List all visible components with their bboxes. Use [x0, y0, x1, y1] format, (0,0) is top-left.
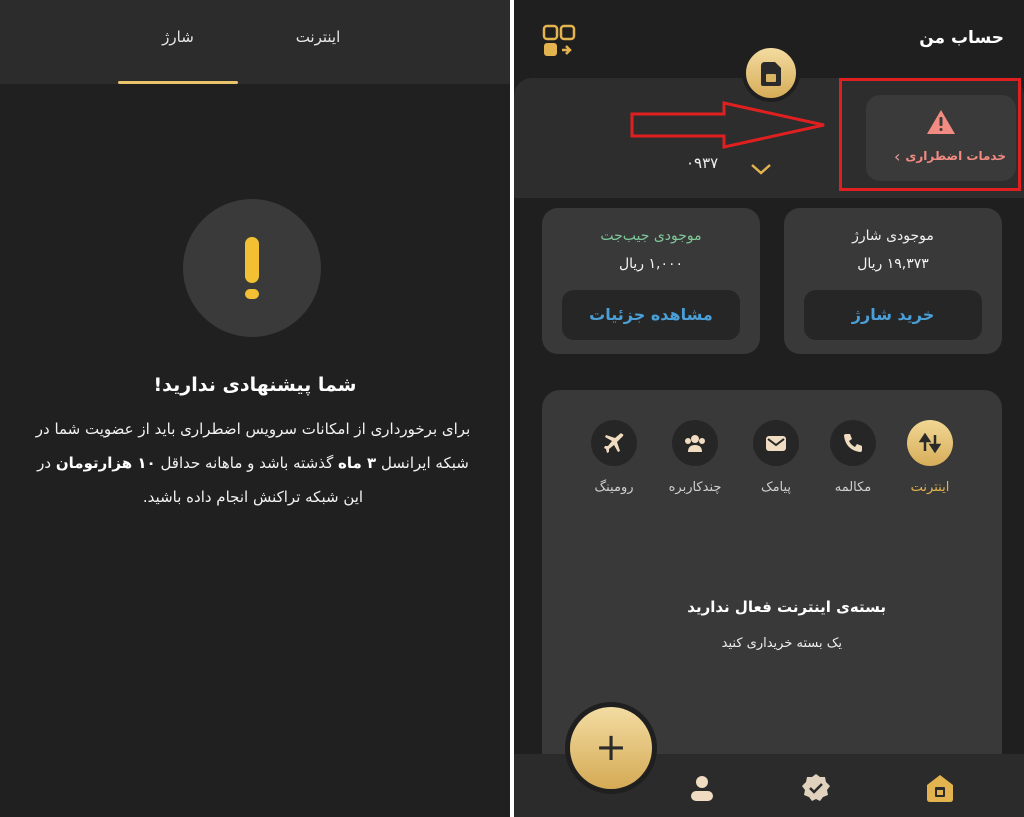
- add-button[interactable]: +: [570, 707, 652, 789]
- category-sms[interactable]: پیامک: [741, 420, 811, 495]
- charge-balance-title: موجودی شارژ: [852, 228, 934, 244]
- category-roaming[interactable]: رومینگ: [579, 420, 649, 495]
- exclamation-bar: [245, 237, 259, 283]
- category-internet[interactable]: اینترنت: [895, 420, 965, 495]
- category-multi-user-label: چندکاربره: [668, 480, 722, 495]
- page-title: حساب من: [919, 28, 1004, 48]
- desc-bold-2: ۱۰ هزارتومان: [55, 454, 156, 472]
- verified-badge-icon[interactable]: [800, 772, 832, 804]
- buy-charge-button[interactable]: خرید شارژ: [804, 290, 982, 340]
- desc-part-2: گذشته باشد و ماهانه حداقل: [155, 454, 339, 472]
- category-call-label: مکالمه: [834, 480, 872, 495]
- charge-balance-card: موجودی شارژ ۱۹,۳۷۳ ریال خرید شارژ: [784, 208, 1002, 354]
- annotation-arrow: [629, 100, 829, 154]
- phone-icon: [830, 420, 876, 466]
- sim-card-icon[interactable]: [742, 44, 800, 102]
- annotation-highlight-box: [839, 78, 1021, 191]
- sms-icon: [753, 420, 799, 466]
- phone-number[interactable]: ۰۹۳۷: [686, 154, 718, 172]
- desc-bold-1: ۳ ماه: [338, 454, 377, 472]
- tab-internet[interactable]: اینترنت: [258, 28, 378, 84]
- category-roaming-label: رومینگ: [594, 480, 634, 495]
- view-details-button[interactable]: مشاهده جزئیات: [562, 290, 740, 340]
- wallet-balance-amount: ۱,۰۰۰ ریال: [618, 256, 684, 272]
- category-sms-label: پیامک: [760, 480, 792, 495]
- active-tab-indicator: [118, 81, 238, 84]
- internet-icon: [907, 420, 953, 466]
- exclamation-icon: [183, 199, 321, 337]
- no-offer-title: شما پیشنهادی ندارید!: [153, 374, 357, 396]
- category-multi-user[interactable]: چندکاربره: [660, 420, 730, 495]
- category-internet-label: اینترنت: [910, 480, 950, 495]
- wallet-balance-title: موجودی جیب‌جت: [600, 228, 702, 244]
- charge-balance-amount: ۱۹,۳۷۳ ریال: [857, 256, 929, 272]
- category-call[interactable]: مکالمه: [818, 420, 888, 495]
- apps-icon[interactable]: [542, 24, 576, 58]
- no-offer-description: برای برخورداری از امکانات سرویس اضطراری …: [30, 412, 476, 514]
- plane-icon: [591, 420, 637, 466]
- tab-bar: اینترنت شارژ: [0, 0, 510, 84]
- tab-charge[interactable]: شارژ: [118, 28, 238, 84]
- no-package-subtitle: یک بسته خریداری کنید: [721, 636, 842, 651]
- profile-icon[interactable]: [686, 772, 718, 804]
- account-panel: حساب من ۰۹۳۷ ‹ خدمات اضطراری موجودی شارژ…: [514, 0, 1024, 817]
- tab-charge-label: شارژ: [162, 28, 194, 46]
- chevron-down-icon[interactable]: [750, 160, 772, 179]
- no-package-title: بسته‌ی اینترنت فعال ندارید: [687, 598, 886, 616]
- tab-internet-label: اینترنت: [295, 28, 341, 46]
- wallet-balance-card: موجودی جیب‌جت ۱,۰۰۰ ریال مشاهده جزئیات: [542, 208, 760, 354]
- home-icon[interactable]: [924, 772, 956, 804]
- exclamation-dot: [245, 289, 259, 299]
- offers-panel: اینترنت شارژ شما پیشنهادی ندارید! برای ب…: [0, 0, 510, 817]
- multi-user-icon: [672, 420, 718, 466]
